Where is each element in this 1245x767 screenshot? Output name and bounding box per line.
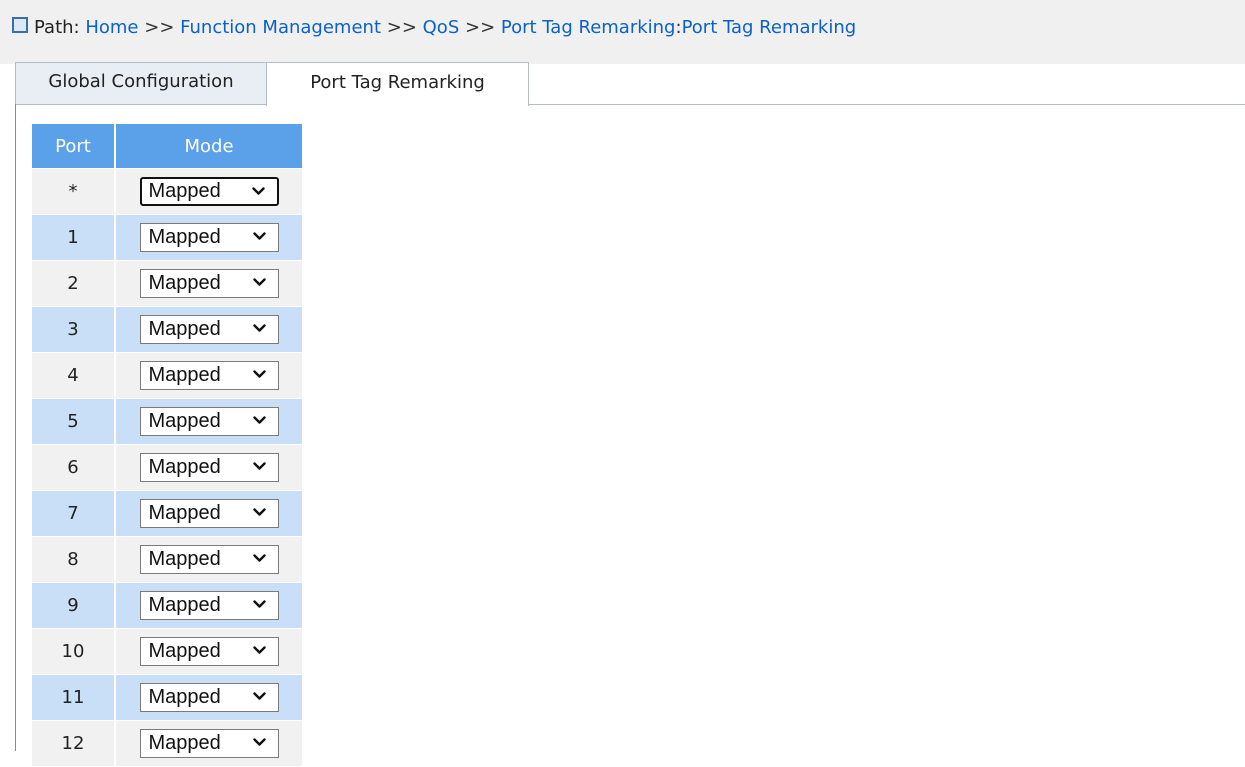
mode-cell: Mapped [116, 169, 302, 215]
chevron-down-icon [252, 232, 266, 240]
breadcrumb-current-page[interactable]: Port Tag Remarking [682, 17, 857, 38]
table-row: 9 Mapped [32, 583, 302, 629]
mode-select-value: Mapped [148, 686, 221, 708]
table-row: 10 Mapped [32, 629, 302, 675]
table-row: 11 Mapped [32, 675, 302, 721]
mode-cell: Mapped [116, 261, 302, 307]
mode-select-value: Mapped [148, 180, 221, 202]
mode-select-port-12[interactable]: Mapped [139, 729, 279, 758]
port-cell: 10 [32, 629, 116, 675]
port-cell: 1 [32, 215, 116, 261]
chevron-down-icon [252, 692, 266, 700]
mode-cell: Mapped [116, 307, 302, 353]
chevron-down-icon [252, 370, 266, 378]
mode-cell: Mapped [116, 537, 302, 583]
chevron-down-icon [252, 600, 266, 608]
port-cell: 2 [32, 261, 116, 307]
breadcrumb-port-tag-remarking-link[interactable]: Port Tag Remarking [501, 17, 676, 38]
path-bar: Path: Home >> Function Management >> QoS… [0, 0, 1245, 64]
breadcrumb: Path: Home >> Function Management >> QoS… [12, 16, 856, 40]
chevron-down-icon [252, 278, 266, 286]
mode-cell: Mapped [116, 675, 302, 721]
table-row: 6 Mapped [32, 445, 302, 491]
table-row: 12 Mapped [32, 721, 302, 767]
breadcrumb-separator: >> [386, 17, 417, 38]
mode-select-value: Mapped [148, 640, 221, 662]
table-row: 7 Mapped [32, 491, 302, 537]
mode-select-port-2[interactable]: Mapped [139, 269, 279, 298]
mode-select-value: Mapped [148, 548, 221, 570]
mode-cell: Mapped [116, 583, 302, 629]
path-label: Path: [34, 17, 80, 38]
port-cell: 9 [32, 583, 116, 629]
table-row: 5 Mapped [32, 399, 302, 445]
breadcrumb-separator: >> [144, 17, 175, 38]
port-cell: * [32, 169, 116, 215]
table-row: 8 Mapped [32, 537, 302, 583]
mode-select-value: Mapped [148, 594, 221, 616]
mode-select-value: Mapped [148, 732, 221, 754]
mode-cell: Mapped [116, 399, 302, 445]
mode-cell: Mapped [116, 445, 302, 491]
chevron-down-icon [252, 462, 266, 470]
mode-select-port-8[interactable]: Mapped [139, 545, 279, 574]
breadcrumb-separator: >> [464, 17, 496, 38]
port-cell: 12 [32, 721, 116, 767]
table-row: * Mapped [32, 169, 302, 215]
mode-select-port-7[interactable]: Mapped [139, 499, 279, 528]
mode-select-value: Mapped [148, 456, 221, 478]
port-column-header: Port [32, 124, 116, 169]
mode-select-port-4[interactable]: Mapped [139, 361, 279, 390]
chevron-down-icon [251, 187, 265, 195]
mode-select-value: Mapped [148, 364, 221, 386]
port-cell: 6 [32, 445, 116, 491]
mode-select-port-1[interactable]: Mapped [139, 223, 279, 252]
tab-divider [15, 104, 266, 105]
table-row: 2 Mapped [32, 261, 302, 307]
tab-divider [529, 104, 1245, 105]
mode-select-port-10[interactable]: Mapped [139, 637, 279, 666]
mode-select-value: Mapped [148, 272, 221, 294]
tab-global-configuration[interactable]: Global Configuration [15, 62, 267, 104]
mode-select-port-6[interactable]: Mapped [139, 453, 279, 482]
mode-select-value: Mapped [148, 410, 221, 432]
table-header-row: Port Mode [32, 124, 302, 169]
chevron-down-icon [252, 324, 266, 332]
table-row: 4 Mapped [32, 353, 302, 399]
mode-select-port-all[interactable]: Mapped [139, 177, 279, 206]
tab-port-tag-remarking[interactable]: Port Tag Remarking [266, 62, 529, 106]
breadcrumb-qos-link[interactable]: QoS [423, 17, 460, 38]
port-cell: 11 [32, 675, 116, 721]
mode-select-value: Mapped [148, 502, 221, 524]
mode-cell: Mapped [116, 721, 302, 767]
mode-select-value: Mapped [148, 226, 221, 248]
chevron-down-icon [252, 738, 266, 746]
mode-select-port-11[interactable]: Mapped [139, 683, 279, 712]
breadcrumb-function-management-link[interactable]: Function Management [180, 17, 381, 38]
port-cell: 4 [32, 353, 116, 399]
square-icon [12, 17, 28, 33]
port-cell: 3 [32, 307, 116, 353]
mode-cell: Mapped [116, 629, 302, 675]
mode-select-port-3[interactable]: Mapped [139, 315, 279, 344]
chevron-down-icon [252, 416, 266, 424]
port-cell: 8 [32, 537, 116, 583]
port-mode-table: Port Mode * Mapped 1 Mapped 2 Mapped 3 Mapped 4 M… [32, 124, 302, 767]
breadcrumb-home-link[interactable]: Home [85, 17, 138, 38]
chevron-down-icon [252, 646, 266, 654]
mode-select-value: Mapped [148, 318, 221, 340]
mode-cell: Mapped [116, 353, 302, 399]
mode-cell: Mapped [116, 215, 302, 261]
port-cell: 7 [32, 491, 116, 537]
chevron-down-icon [252, 554, 266, 562]
content-border [15, 104, 16, 751]
mode-column-header: Mode [116, 124, 302, 169]
port-cell: 5 [32, 399, 116, 445]
table-row: 1 Mapped [32, 215, 302, 261]
chevron-down-icon [252, 508, 266, 516]
mode-select-port-9[interactable]: Mapped [139, 591, 279, 620]
table-row: 3 Mapped [32, 307, 302, 353]
mode-cell: Mapped [116, 491, 302, 537]
mode-select-port-5[interactable]: Mapped [139, 407, 279, 436]
